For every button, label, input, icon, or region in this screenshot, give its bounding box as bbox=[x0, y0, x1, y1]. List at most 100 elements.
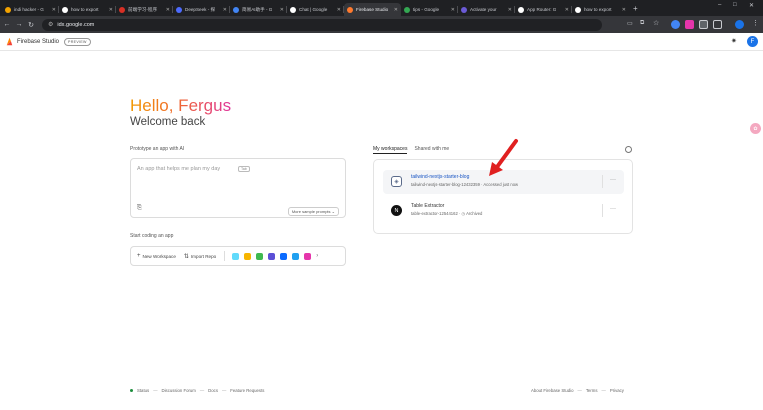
browser-tab[interactable]: how to export ✕ bbox=[572, 3, 629, 16]
forward-icon[interactable]: → bbox=[14, 21, 24, 28]
astro-template-icon[interactable] bbox=[280, 252, 288, 260]
workspace-code-icon: ◈ bbox=[391, 176, 402, 187]
tab-favicon-icon bbox=[518, 6, 524, 13]
back-icon[interactable]: ← bbox=[2, 21, 12, 28]
welcome-subtitle: Welcome back bbox=[130, 116, 206, 128]
flutter-template-icon[interactable] bbox=[292, 252, 300, 260]
tab-favicon-icon bbox=[404, 6, 410, 13]
browser-tab[interactable]: 前端学习-程序 ✕ bbox=[116, 3, 173, 16]
browser-tab[interactable]: App Router: G ✕ bbox=[515, 3, 572, 16]
more-options-icon[interactable]: ··· bbox=[610, 177, 616, 183]
tab-label: App Router: G bbox=[527, 7, 557, 12]
refresh-icon[interactable] bbox=[625, 146, 632, 153]
tab-label: 简易AI助手 - G bbox=[242, 6, 273, 12]
import-icon: ⇅ bbox=[183, 253, 189, 260]
more-sample-prompts-button[interactable]: More sample prompts ⌄ bbox=[287, 207, 339, 216]
avatar[interactable]: F bbox=[747, 36, 758, 47]
browser-tab[interactable]: tips - Google ✕ bbox=[401, 3, 458, 16]
close-icon[interactable]: ✕ bbox=[394, 7, 398, 13]
workspace-name[interactable]: tailwind-nextjs-starter-blog bbox=[411, 174, 469, 180]
prompt-placeholder: An app that helps me plan my day bbox=[137, 166, 221, 172]
extension-icon[interactable] bbox=[685, 20, 694, 29]
bookmark-star-icon[interactable]: ☆ bbox=[653, 19, 659, 27]
minimize-icon[interactable]: – bbox=[718, 2, 721, 8]
browser-menu-icon[interactable]: ⋮ bbox=[752, 19, 759, 27]
attach-icon[interactable]: ⎘ bbox=[137, 205, 142, 212]
browser-tab[interactable]: 简易AI助手 - G ✕ bbox=[230, 3, 287, 16]
close-icon[interactable]: ✕ bbox=[166, 7, 170, 13]
dotnet-template-icon[interactable] bbox=[268, 252, 276, 260]
toolbar-divider bbox=[224, 251, 226, 261]
prompt-input[interactable]: An app that helps me plan my day Tab ⎘ M… bbox=[130, 158, 346, 218]
browser-tab[interactable]: DeepSeek - 探 ✕ bbox=[173, 3, 230, 16]
maximize-icon[interactable]: □ bbox=[733, 2, 737, 8]
close-icon[interactable]: ✕ bbox=[52, 7, 56, 13]
brand-name[interactable]: Firebase Studio bbox=[17, 39, 59, 45]
tab-label: Activate your bbox=[470, 7, 497, 12]
tab-search-icon[interactable] bbox=[699, 20, 708, 29]
tab-label: tips - Google bbox=[413, 7, 440, 12]
android-template-icon[interactable] bbox=[256, 252, 264, 260]
coding-label: Start coding an app bbox=[130, 233, 174, 239]
site-info-icon[interactable]: ⚙ bbox=[48, 21, 53, 28]
chevron-right-icon[interactable]: › bbox=[316, 253, 318, 259]
reload-icon[interactable]: ↻ bbox=[26, 21, 36, 29]
browser-tab[interactable]: how to export ✕ bbox=[59, 3, 116, 16]
tab-favicon-icon bbox=[176, 6, 182, 13]
more-options-icon[interactable]: ··· bbox=[610, 206, 616, 212]
footer-forum-link[interactable]: Discussion Forum bbox=[161, 388, 195, 393]
react-template-icon[interactable] bbox=[232, 252, 240, 260]
tab-label: 前端学习-程序 bbox=[128, 6, 158, 12]
greeting-title: Hello, Fergus bbox=[130, 96, 232, 115]
divider bbox=[602, 175, 603, 188]
profile-avatar-icon[interactable] bbox=[735, 20, 744, 29]
tab-favicon-icon bbox=[347, 6, 353, 13]
close-icon[interactable]: ✕ bbox=[223, 7, 227, 13]
new-tab-button[interactable]: + bbox=[633, 4, 638, 13]
browser-tab[interactable]: Chat | Google ✕ bbox=[287, 3, 344, 16]
browser-tab[interactable]: indi hacker - G ✕ bbox=[2, 3, 59, 16]
import-repo-button[interactable]: ⇅ Import Repo bbox=[184, 253, 216, 260]
footer-terms-link[interactable]: Terms bbox=[586, 388, 598, 393]
extension-icon[interactable] bbox=[671, 20, 680, 29]
workspace-item[interactable]: N Table Extractor table-extractor-125441… bbox=[383, 199, 624, 223]
tab-shared-with-me[interactable]: Shared with me bbox=[414, 146, 449, 154]
close-icon[interactable]: ✕ bbox=[508, 7, 512, 13]
footer-about-link[interactable]: About Firebase Studio bbox=[531, 388, 574, 393]
tab-label: Chat | Google bbox=[299, 7, 328, 12]
tab-favicon-icon bbox=[233, 6, 239, 13]
close-icon[interactable]: ✕ bbox=[451, 7, 455, 13]
workspace-meta: table-extractor-12544162 · ◷ Archived bbox=[411, 211, 483, 216]
close-icon[interactable]: ✕ bbox=[280, 7, 284, 13]
footer-docs-link[interactable]: Docs bbox=[208, 388, 218, 393]
install-app-icon[interactable]: ▭ bbox=[627, 20, 633, 27]
workspace-meta: tailwind-nextjs-starter-blog-12432359 · … bbox=[411, 182, 519, 187]
theme-toggle-icon[interactable]: ✷ bbox=[731, 37, 737, 45]
window-close-icon[interactable]: ✕ bbox=[749, 2, 754, 9]
new-workspace-button[interactable]: + New Workspace bbox=[137, 253, 176, 259]
close-icon[interactable]: ✕ bbox=[109, 7, 113, 13]
translate-icon[interactable]: ⧉ bbox=[640, 20, 644, 27]
browser-tab-active[interactable]: Firebase Studio ✕ bbox=[344, 3, 401, 16]
tab-my-workspaces[interactable]: My workspaces bbox=[373, 146, 408, 154]
side-helper-icon[interactable]: ✿ bbox=[750, 123, 761, 134]
python-template-icon[interactable] bbox=[244, 252, 252, 260]
nextjs-icon: N bbox=[391, 205, 402, 216]
close-icon[interactable]: ✕ bbox=[622, 7, 626, 13]
tab-key-hint: Tab bbox=[238, 166, 250, 172]
footer-privacy-link[interactable]: Privacy bbox=[610, 388, 624, 393]
browser-tab[interactable]: Activate your ✕ bbox=[458, 3, 515, 16]
workspace-name[interactable]: Table Extractor bbox=[411, 203, 444, 209]
workspace-tabs: My workspaces Shared with me bbox=[373, 146, 449, 154]
graphql-template-icon[interactable] bbox=[304, 252, 312, 260]
coding-toolbar: + New Workspace ⇅ Import Repo › bbox=[130, 246, 346, 266]
close-icon[interactable]: ✕ bbox=[337, 7, 341, 13]
sidebar-icon[interactable] bbox=[713, 20, 722, 29]
import-repo-label: Import Repo bbox=[190, 253, 217, 259]
footer-status-link[interactable]: Status bbox=[137, 388, 149, 393]
close-icon[interactable]: ✕ bbox=[565, 7, 569, 13]
tab-label: indi hacker - G bbox=[14, 7, 44, 12]
preview-badge: PREVIEW bbox=[64, 37, 91, 46]
address-bar[interactable]: ⚙ idx.google.com bbox=[42, 18, 602, 31]
footer-feature-link[interactable]: Feature Requests bbox=[230, 388, 264, 393]
